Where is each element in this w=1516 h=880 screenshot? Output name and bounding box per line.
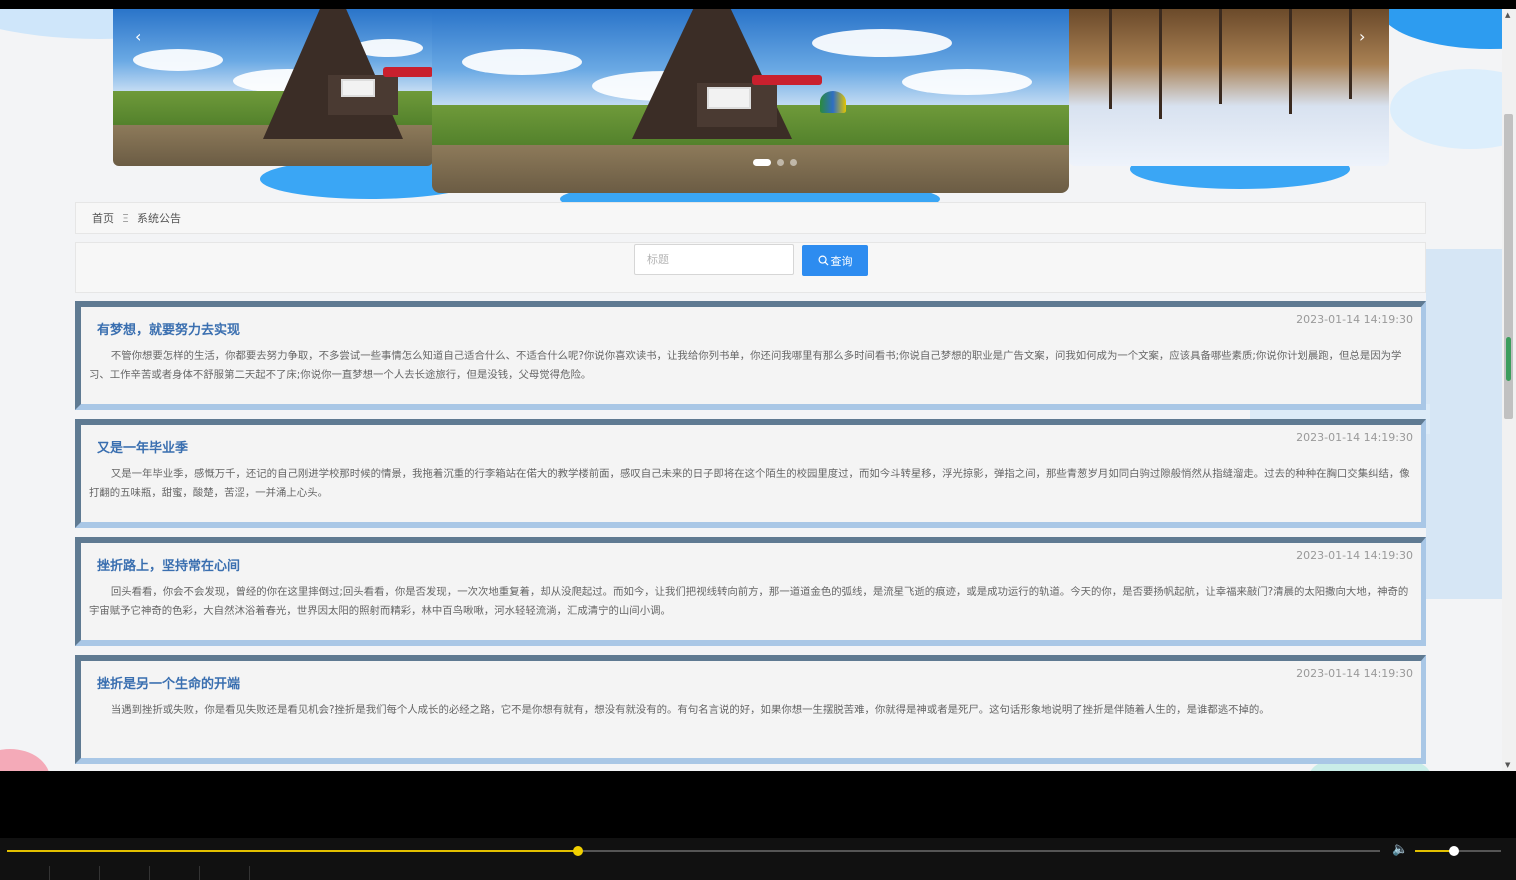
decor-blob bbox=[1390, 69, 1516, 149]
carousel-prev-arrow-icon[interactable]: ‹ bbox=[135, 27, 141, 46]
volume-slider[interactable] bbox=[1415, 846, 1501, 856]
breadcrumb-separator-icon: Ξ bbox=[122, 211, 129, 225]
notice-time: 2023-01-14 14:19:30 bbox=[1296, 431, 1413, 444]
carousel-dot[interactable] bbox=[753, 159, 771, 166]
player-control[interactable] bbox=[0, 866, 50, 880]
progress-knob[interactable] bbox=[573, 846, 584, 856]
notice-title[interactable]: 又是一年毕业季 bbox=[97, 437, 188, 456]
progress-slider[interactable] bbox=[7, 846, 1380, 856]
search-icon bbox=[818, 255, 829, 266]
image-carousel: ‹ › bbox=[113, 9, 1389, 209]
search-button[interactable]: 查询 bbox=[802, 245, 868, 276]
carousel-indicators bbox=[753, 159, 797, 166]
player-control[interactable] bbox=[50, 866, 100, 880]
carousel-slide-active[interactable] bbox=[432, 9, 1069, 193]
windmill-image bbox=[263, 9, 403, 139]
player-controls bbox=[0, 866, 250, 880]
volume-icon[interactable]: 🔈 bbox=[1392, 842, 1408, 857]
umbrella-image bbox=[820, 91, 846, 113]
notice-content: 不管你想要怎样的生活，你都要去努力争取，不多尝试一些事情怎么知道自己适合什么、不… bbox=[89, 350, 1402, 381]
decor-panel bbox=[1426, 249, 1502, 599]
video-player-bar: 🔈 bbox=[0, 838, 1516, 880]
notice-title[interactable]: 挫折路上，坚持常在心间 bbox=[97, 555, 240, 574]
player-control[interactable] bbox=[200, 866, 250, 880]
scroll-indicator bbox=[1506, 337, 1511, 381]
player-control[interactable] bbox=[100, 866, 150, 880]
volume-knob[interactable] bbox=[1448, 846, 1459, 856]
notice-time: 2023-01-14 14:19:30 bbox=[1296, 667, 1413, 680]
decor-blob bbox=[0, 749, 50, 771]
page-scrollbar[interactable]: ▲ ▼ bbox=[1502, 9, 1516, 771]
breadcrumb-current: 系统公告 bbox=[136, 212, 181, 225]
notice-time: 2023-01-14 14:19:30 bbox=[1296, 313, 1413, 326]
progress-fill bbox=[7, 850, 579, 852]
carousel-dot[interactable] bbox=[777, 159, 784, 166]
notice-card[interactable]: 挫折是另一个生命的开端 2023-01-14 14:19:30 当遇到挫折或失败… bbox=[75, 655, 1426, 764]
notice-title[interactable]: 有梦想，就要努力去实现 bbox=[97, 319, 240, 338]
carousel-dot[interactable] bbox=[790, 159, 797, 166]
page-viewport: ‹ › 首页 Ξ 系统公告 查询 有梦想，就要努力去实现 2023-01-14 … bbox=[0, 9, 1516, 771]
breadcrumb: 首页 Ξ 系统公告 bbox=[75, 202, 1426, 234]
search-button-label: 查询 bbox=[830, 254, 853, 268]
decor-blob bbox=[1380, 9, 1516, 49]
notice-content: 当遇到挫折或失败，你是看见失败还是看见机会?挫折是我们每个人成长的必经之路，它不… bbox=[110, 704, 1270, 716]
breadcrumb-home-link[interactable]: 首页 bbox=[92, 210, 114, 226]
notice-card[interactable]: 挫折路上，坚持常在心间 2023-01-14 14:19:30 回头看看，你会不… bbox=[75, 537, 1426, 646]
carousel-slide-prev[interactable] bbox=[113, 9, 433, 166]
notice-card[interactable]: 又是一年毕业季 2023-01-14 14:19:30 又是一年毕业季，感慨万千… bbox=[75, 419, 1426, 528]
carousel-next-arrow-icon[interactable]: › bbox=[1359, 27, 1365, 46]
scroll-down-icon[interactable]: ▼ bbox=[1505, 761, 1510, 769]
player-control[interactable] bbox=[150, 866, 200, 880]
search-bar: 查询 bbox=[75, 242, 1426, 293]
notice-content: 回头看看，你会不会发现，曾经的你在这里摔倒过;回头看看，你是否发现，一次次地重复… bbox=[89, 586, 1409, 617]
notice-content: 又是一年毕业季，感慨万千，还记的自己刚进学校那时候的情景，我拖着沉重的行李箱站在… bbox=[89, 468, 1410, 499]
title-search-input[interactable] bbox=[634, 244, 794, 275]
notice-card[interactable]: 有梦想，就要努力去实现 2023-01-14 14:19:30 不管你想要怎样的… bbox=[75, 301, 1426, 410]
scroll-up-icon[interactable]: ▲ bbox=[1505, 11, 1510, 19]
notice-title[interactable]: 挫折是另一个生命的开端 bbox=[97, 673, 240, 692]
notice-time: 2023-01-14 14:19:30 bbox=[1296, 549, 1413, 562]
volume-fill bbox=[1415, 850, 1454, 852]
carousel-slide-next[interactable] bbox=[1069, 9, 1389, 166]
